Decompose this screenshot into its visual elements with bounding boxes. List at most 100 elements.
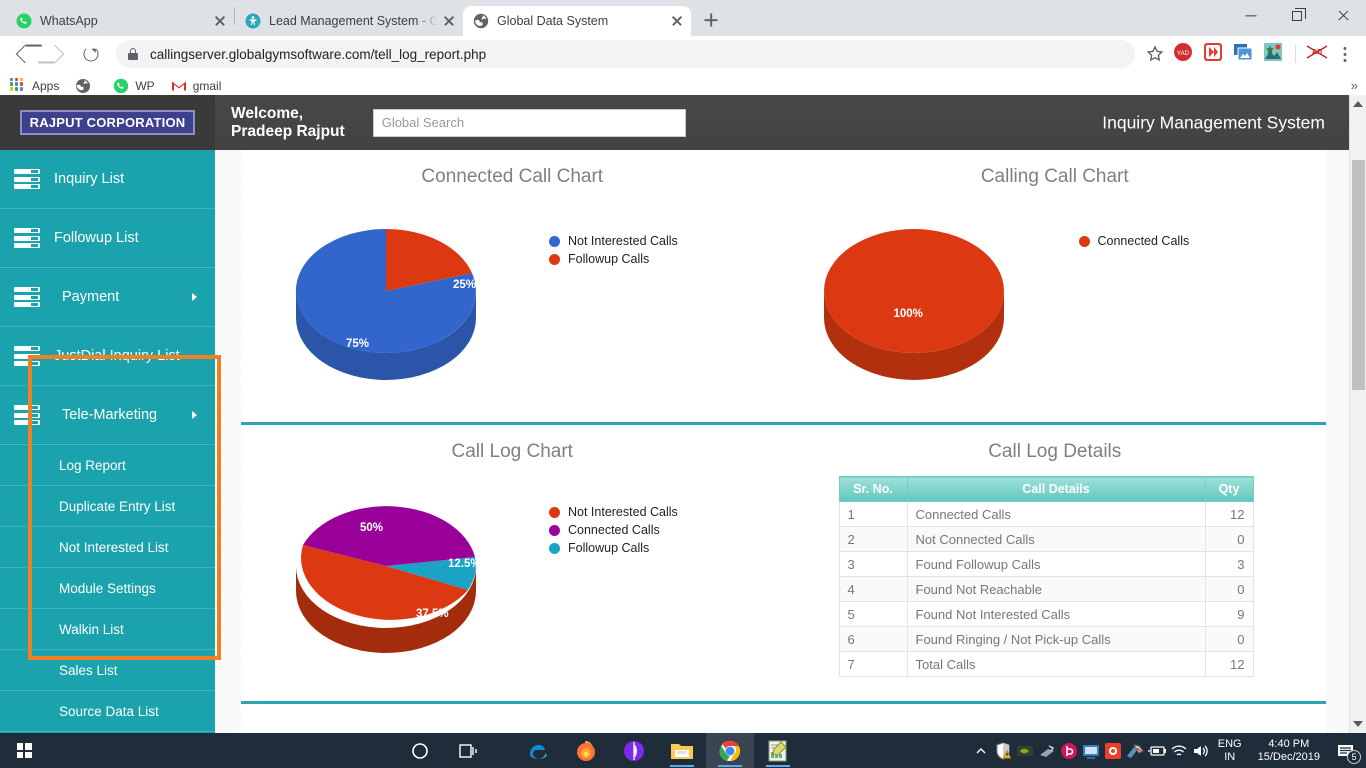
legend-item[interactable]: Not Interested Calls — [549, 505, 678, 519]
tab-title: Lead Management System - Glob — [269, 13, 437, 29]
new-tab-button[interactable] — [697, 6, 725, 34]
forward-button[interactable] — [42, 39, 72, 69]
browser-tab-global-data-system[interactable]: Global Data System — [463, 6, 691, 36]
global-search-input[interactable]: Global Search — [373, 109, 686, 137]
tor-browser-icon — [622, 739, 646, 763]
sidebar-nav: Inquiry List Followup List Payment JustD… — [0, 150, 215, 733]
list-icon — [0, 346, 54, 366]
show-hidden-icons-button[interactable] — [970, 733, 992, 768]
legend-item[interactable]: Followup Calls — [549, 252, 678, 266]
cell-sr-no: 4 — [839, 577, 907, 602]
reload-button[interactable] — [76, 39, 106, 69]
close-icon[interactable] — [212, 13, 228, 29]
tray-graphics-tool[interactable] — [1124, 733, 1146, 768]
yad-extension-icon[interactable]: YAD — [1171, 40, 1199, 68]
chart-title: Calling Call Chart — [784, 150, 1327, 188]
legend-item[interactable]: Not Interested Calls — [549, 234, 678, 248]
action-center-button[interactable]: 5 — [1330, 733, 1362, 768]
bookmark-star-icon[interactable] — [1141, 40, 1169, 68]
tray-nvidia[interactable] — [1014, 733, 1036, 768]
close-icon[interactable] — [441, 13, 457, 29]
sidebar-subitem-not-interested-list[interactable]: Not Interested List — [0, 527, 215, 568]
start-button[interactable] — [0, 733, 48, 768]
bookmark-apps[interactable]: Apps — [10, 78, 59, 94]
page-scrollbar[interactable] — [1349, 95, 1366, 733]
scroll-up-icon[interactable] — [1353, 101, 1363, 107]
column-header-sr-no: Sr. No. — [839, 477, 907, 502]
tray-battery[interactable] — [1146, 733, 1168, 768]
legend-color-swatch — [549, 254, 560, 265]
taskbar-app-tor-browser[interactable] — [610, 733, 658, 768]
close-icon[interactable] — [669, 13, 685, 29]
clock[interactable]: 4:40 PM 15/Dec/2019 — [1248, 738, 1330, 764]
tray-security-warning[interactable] — [992, 733, 1014, 768]
taskbar-app-notepad-plus[interactable] — [754, 733, 802, 768]
scroll-down-icon[interactable] — [1353, 721, 1363, 727]
cell-sr-no: 3 — [839, 552, 907, 577]
speaker-icon — [1192, 743, 1210, 759]
tray-volume[interactable] — [1190, 733, 1212, 768]
language-indicator[interactable]: ENG IN — [1212, 738, 1248, 764]
sidebar-item-label: Payment — [62, 289, 119, 305]
legend-label: Not Interested Calls — [568, 505, 678, 519]
back-button[interactable] — [8, 39, 38, 69]
legend-item[interactable]: Followup Calls — [549, 541, 678, 555]
search-button[interactable] — [396, 733, 444, 768]
chrome-menu-button[interactable] — [1332, 40, 1358, 68]
browser-tab-whatsapp[interactable]: WhatsApp — [6, 6, 234, 36]
legend-color-swatch — [549, 236, 560, 247]
taskbar-app-firefox[interactable] — [562, 733, 610, 768]
connected-call-chart-cell: Connected Call Chart — [241, 150, 784, 402]
pie-slice-label: 100% — [894, 308, 923, 320]
sidebar-subitem-duplicate-entry-list[interactable]: Duplicate Entry List — [0, 486, 215, 527]
bookmark-globe[interactable] — [75, 78, 97, 94]
sidebar-subitem-module-settings[interactable]: Module Settings — [0, 568, 215, 609]
sidebar-item-justdial-inquiry-list[interactable]: JustDial Inquiry List — [0, 327, 215, 386]
table-header-row: Sr. No. Call Details Qty — [839, 477, 1253, 502]
globe-gray-icon — [473, 13, 489, 29]
adblock-icon[interactable]: AD — [1304, 40, 1332, 68]
taskbar-app-file-explorer[interactable] — [658, 733, 706, 768]
sidebar-item-tele-marketing[interactable]: Tele-Marketing — [0, 386, 215, 445]
table-row: 1 Connected Calls 12 — [839, 502, 1253, 527]
bookmark-wp[interactable]: WP — [113, 78, 154, 94]
calling-call-pie[interactable]: 100% Connected Calls — [784, 202, 1327, 402]
video-downloader-icon[interactable] — [1201, 40, 1229, 68]
close-window-button[interactable] — [1320, 0, 1366, 32]
sidebar-subitem-walkin-list[interactable]: Walkin List — [0, 609, 215, 650]
main-content: Connected Call Chart — [215, 150, 1349, 733]
call-log-chart-cell: Call Log Chart — [241, 425, 784, 677]
screenshot-icon[interactable] — [1231, 40, 1259, 68]
sidebar-subitem-source-data-list[interactable]: Source Data List — [0, 691, 215, 732]
taskbar-app-edge[interactable] — [514, 733, 562, 768]
tray-network-adapter[interactable] — [1036, 733, 1058, 768]
photo-editor-icon[interactable] — [1261, 40, 1289, 68]
task-view-button[interactable] — [444, 733, 492, 768]
taskbar-app-chrome[interactable] — [706, 733, 754, 768]
sidebar-item-followup-list[interactable]: Followup List — [0, 209, 215, 268]
sidebar-item-payment[interactable]: Payment — [0, 268, 215, 327]
cell-call-details: Not Connected Calls — [907, 527, 1205, 552]
tab-title: Global Data System — [497, 13, 665, 29]
tray-wifi[interactable] — [1168, 733, 1190, 768]
bookmark-gmail[interactable]: gmail — [171, 78, 222, 94]
scrollbar-thumb[interactable] — [1352, 160, 1365, 390]
address-bar[interactable]: callingserver.globalgymsoftware.com/tell… — [116, 40, 1135, 68]
cell-call-details: Connected Calls — [907, 502, 1205, 527]
legend-item[interactable]: Connected Calls — [1079, 234, 1190, 248]
maximize-button[interactable] — [1274, 0, 1320, 32]
tray-beats-audio[interactable] — [1058, 733, 1080, 768]
bookmarks-overflow-icon[interactable]: » — [1351, 78, 1358, 93]
legend-item[interactable]: Connected Calls — [549, 523, 678, 537]
tray-recorder[interactable] — [1102, 733, 1124, 768]
sidebar-subitem-sales-list[interactable]: Sales List — [0, 650, 215, 691]
connected-call-pie[interactable]: 75% 25% Not Interested Calls — [241, 202, 784, 402]
minimize-button[interactable] — [1228, 0, 1274, 32]
browser-tab-lead-management[interactable]: Lead Management System - Glob — [235, 6, 463, 36]
call-log-pie[interactable]: 37.5% 50% 12.5% Not Interested Calls — [241, 477, 784, 677]
tray-teamviewer[interactable] — [1080, 733, 1102, 768]
legend-label: Connected Calls — [568, 523, 660, 537]
sidebar-subitem-log-report[interactable]: Log Report — [0, 445, 215, 486]
table-title: Call Log Details — [784, 425, 1327, 463]
sidebar-item-inquiry-list[interactable]: Inquiry List — [0, 150, 215, 209]
